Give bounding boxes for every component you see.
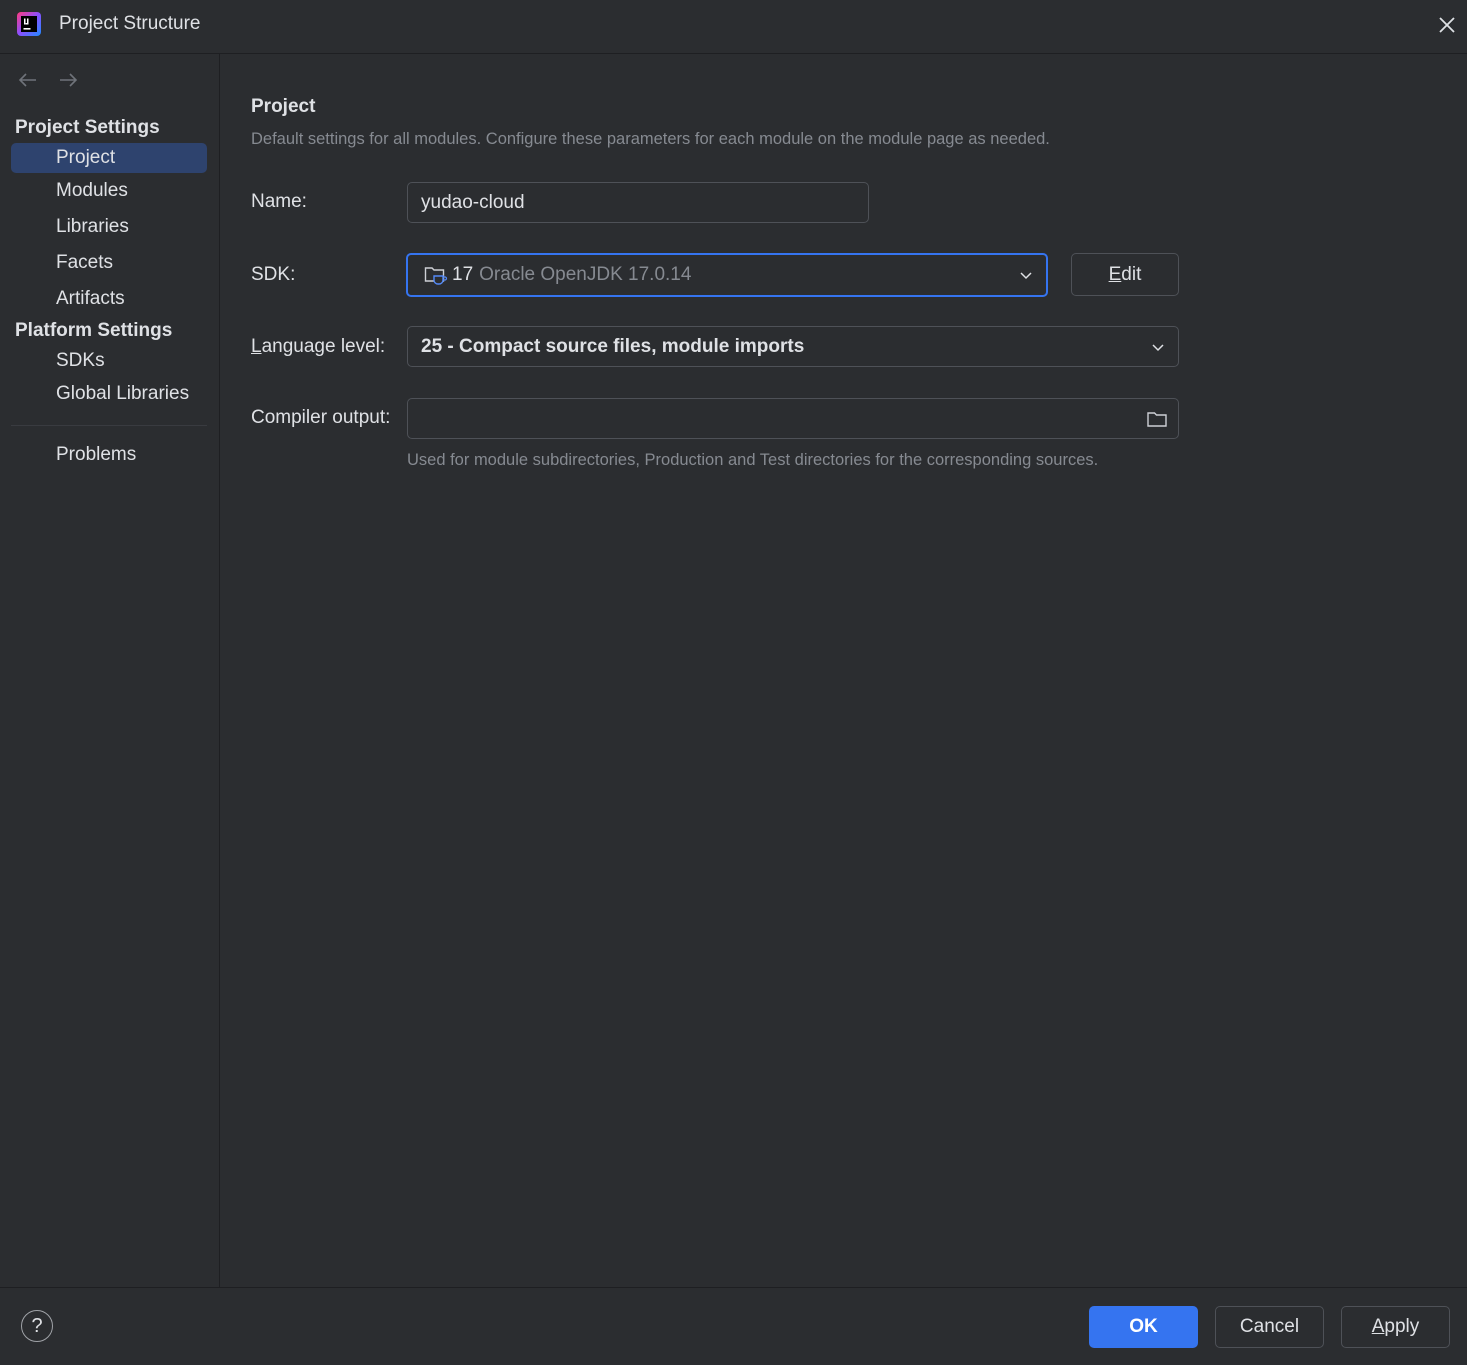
sidebar-item-problems[interactable]: Problems (11, 440, 207, 470)
sidebar-item-artifacts[interactable]: Artifacts (11, 284, 207, 314)
apply-button[interactable]: Apply (1341, 1306, 1450, 1348)
browse-folder-button[interactable] (1146, 408, 1168, 430)
language-level-value: 25 - Compact source files, module import… (421, 335, 805, 357)
arrow-left-icon (18, 73, 36, 87)
page-description: Default settings for all modules. Config… (251, 130, 1050, 148)
folder-icon (1147, 412, 1167, 427)
sidebar-item-libraries[interactable]: Libraries (11, 212, 207, 242)
chevron-down-icon (1020, 272, 1032, 280)
ok-button[interactable]: OK (1089, 1306, 1198, 1348)
sdk-edit-button[interactable]: Edit (1071, 253, 1179, 296)
sdk-combobox[interactable]: 17 Oracle OpenJDK 17.0.14 (406, 253, 1048, 297)
language-level-label-rest: anguage level: (261, 336, 386, 357)
nav-arrows (16, 68, 80, 92)
sidebar-divider (11, 425, 207, 426)
dialog-footer: ? OK Cancel Apply (0, 1287, 1467, 1365)
language-level-combobox[interactable]: 25 - Compact source files, module import… (407, 326, 1179, 367)
compiler-output-input[interactable] (407, 398, 1179, 439)
jdk-folder-icon (424, 267, 448, 285)
sdk-version: 17 (452, 264, 474, 285)
language-level-mnemonic: L (251, 336, 262, 357)
edit-mnemonic: E (1108, 263, 1122, 285)
window-title: Project Structure (59, 13, 201, 34)
close-button[interactable] (1432, 10, 1462, 40)
sidebar-item-project[interactable]: Project (11, 143, 207, 173)
sidebar-item-facets[interactable]: Facets (11, 248, 207, 278)
platform-settings-header: Platform Settings (15, 320, 173, 341)
language-level-label: Language level: (251, 336, 385, 358)
page-title: Project (251, 96, 316, 117)
sidebar-item-modules[interactable]: Modules (11, 176, 207, 206)
sidebar-item-sdks[interactable]: SDKs (11, 346, 207, 376)
help-button[interactable]: ? (21, 1310, 53, 1342)
edit-label-rest: dit (1121, 263, 1142, 285)
chevron-down-icon (1152, 343, 1164, 351)
name-label: Name: (251, 191, 307, 212)
cancel-button[interactable]: Cancel (1215, 1306, 1324, 1348)
sdk-detail: Oracle OpenJDK 17.0.14 (479, 264, 692, 285)
apply-mnemonic: A (1371, 1316, 1385, 1337)
close-icon (1439, 17, 1455, 33)
intellij-logo-icon (16, 11, 42, 37)
title-bar: Project Structure (0, 0, 1467, 54)
name-input[interactable]: yudao-cloud (407, 182, 869, 223)
compiler-output-hint: Used for module subdirectories, Producti… (407, 451, 1099, 469)
name-input-value: yudao-cloud (421, 191, 525, 213)
arrow-right-icon (60, 73, 78, 87)
sidebar: Project Settings Project Modules Librari… (0, 54, 220, 1287)
project-structure-dialog: Project Structure Project Settings Proje… (0, 0, 1467, 1365)
help-icon: ? (31, 1314, 43, 1337)
sdk-label: SDK: (251, 264, 296, 285)
main-panel: Project Default settings for all modules… (220, 54, 1467, 1287)
compiler-output-label: Compiler output: (251, 407, 391, 428)
project-settings-header: Project Settings (15, 117, 160, 138)
back-button[interactable] (16, 68, 40, 92)
apply-label-rest: pply (1384, 1316, 1420, 1337)
forward-button[interactable] (56, 68, 80, 92)
sidebar-item-global-libraries[interactable]: Global Libraries (11, 379, 207, 409)
